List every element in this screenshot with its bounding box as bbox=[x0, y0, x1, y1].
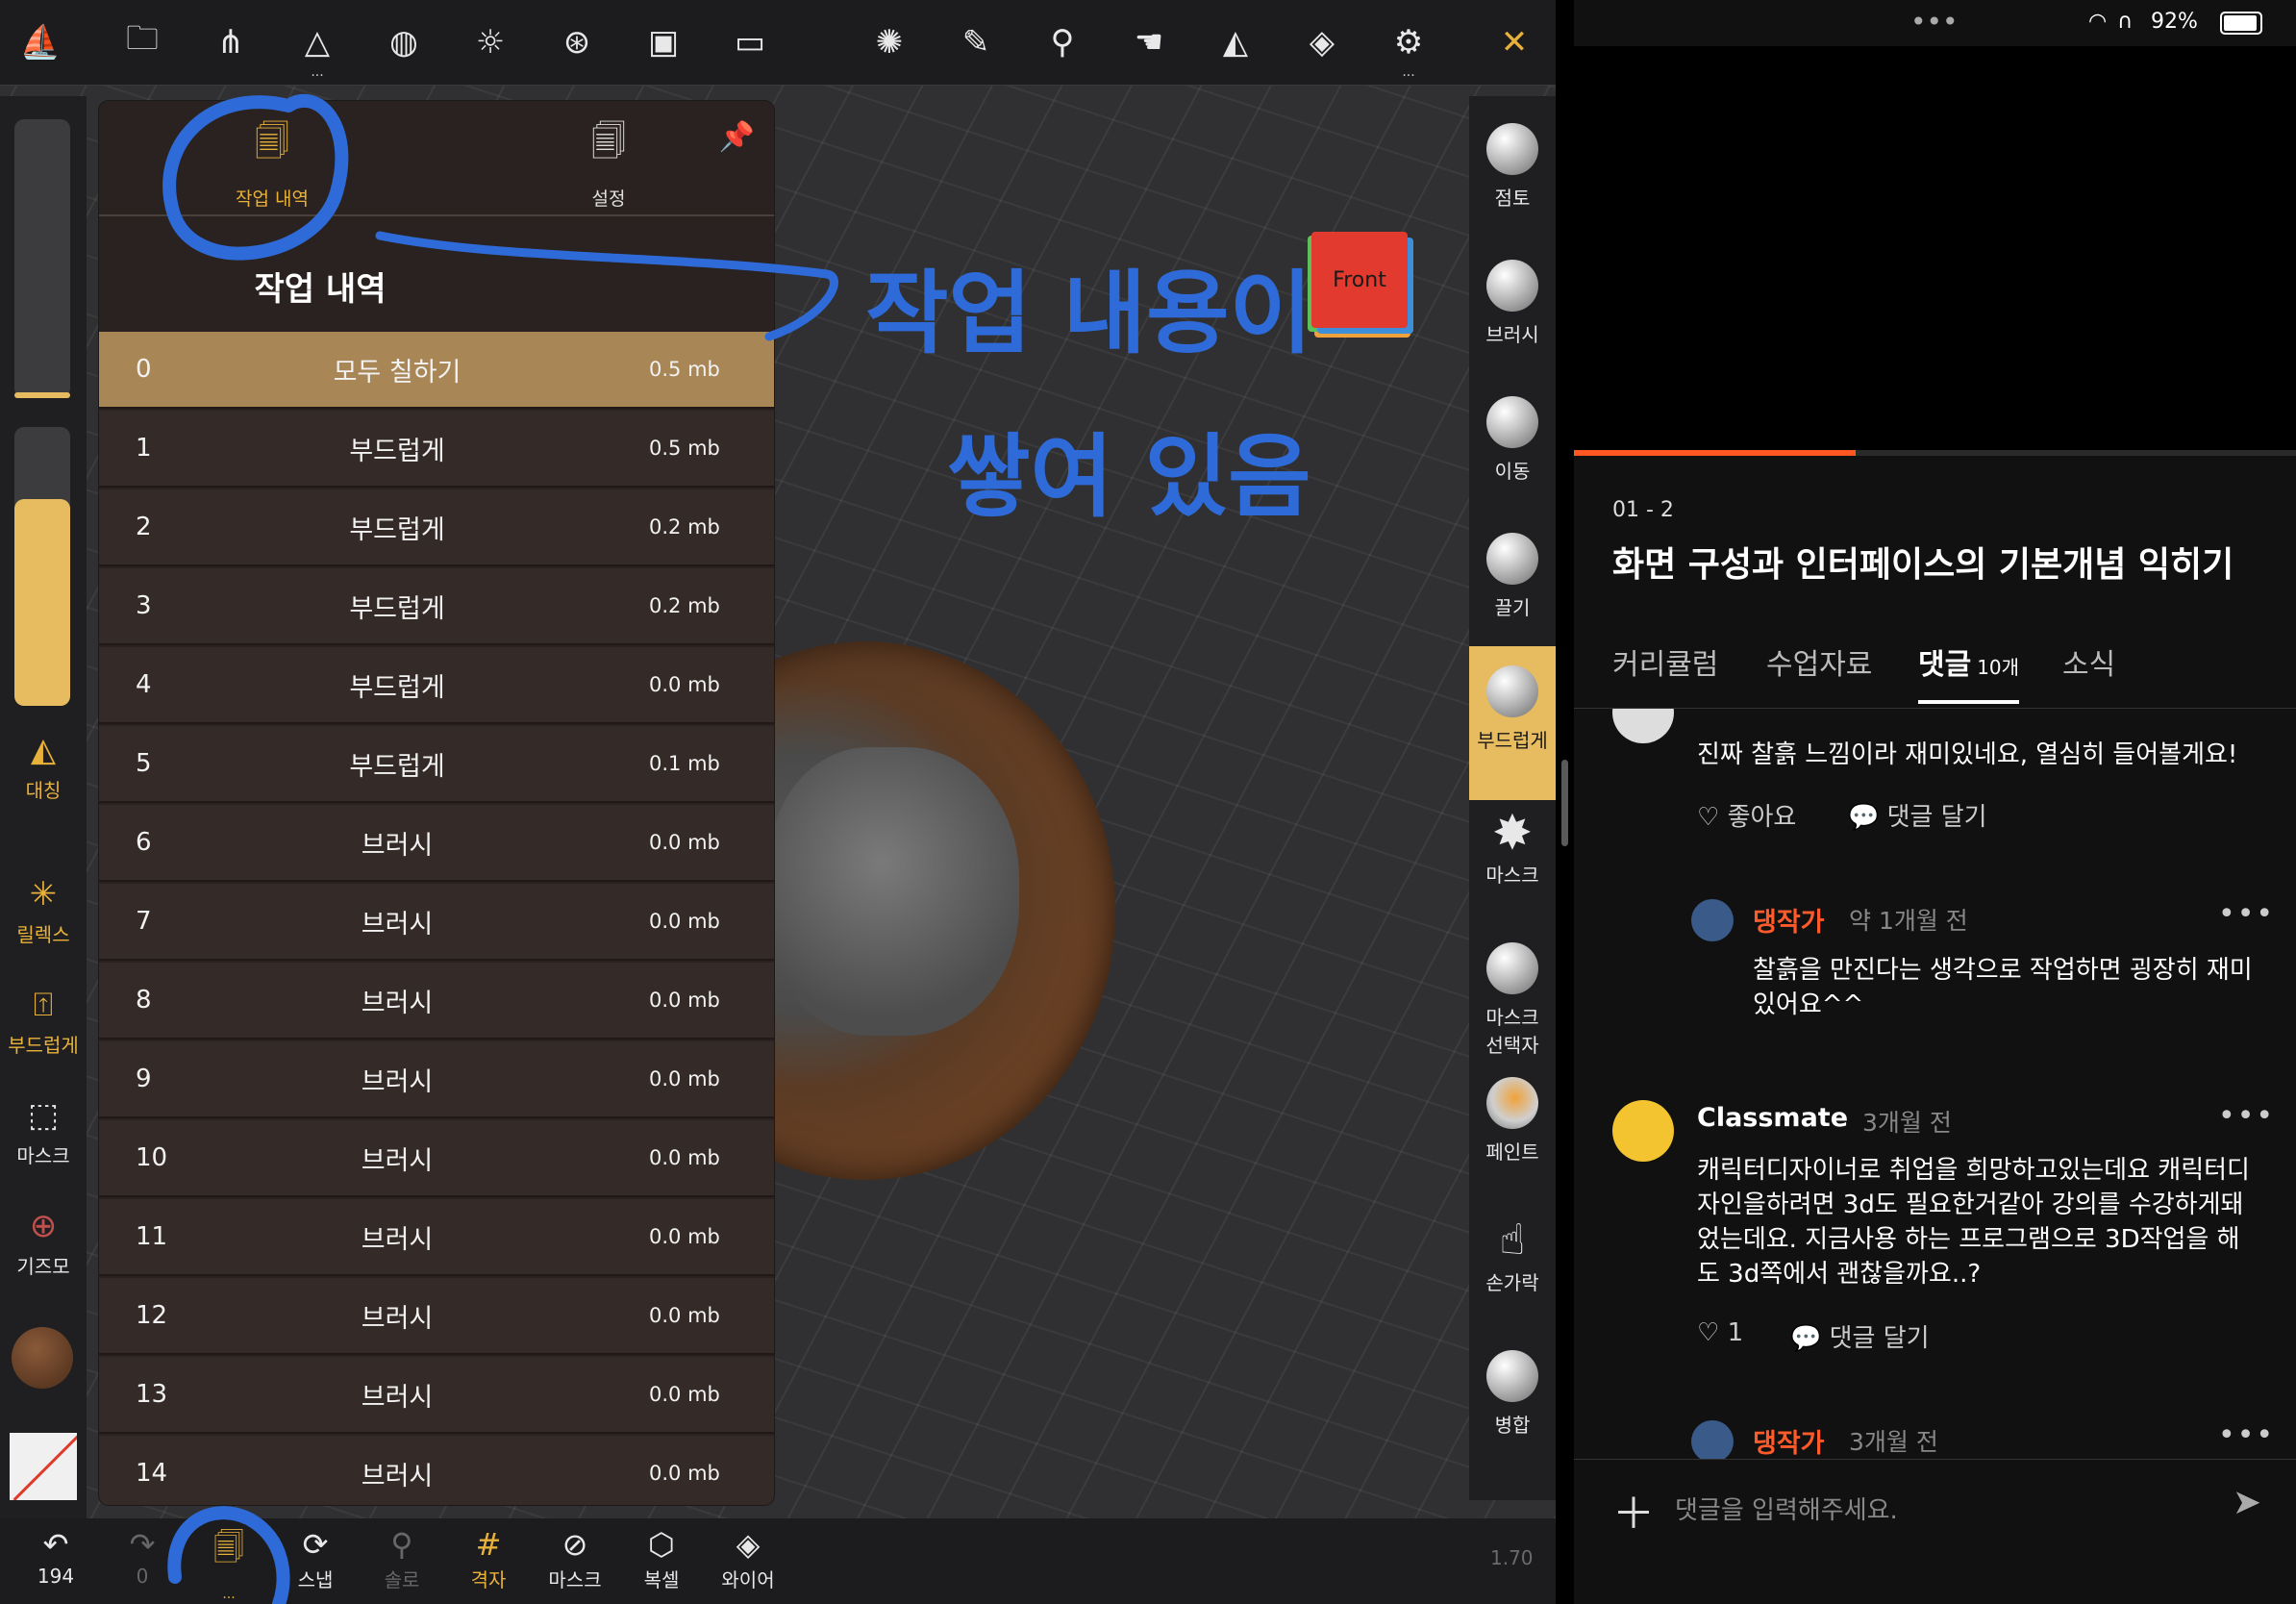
tab-comments-count: 10개 bbox=[1977, 656, 2020, 679]
lecture-tabs: 커리큘럼 수업자료 댓글 10개 소식 bbox=[1574, 635, 2296, 709]
lecture-app: ••• ◠ ∩ 92% 01 - 2 화면 구성과 인터페이스의 기본개념 익히… bbox=[1574, 0, 2296, 1604]
comment-text-line1: 캐릭터디자이너로 취업을 희망하고있는데요 캐릭터디 bbox=[1697, 1156, 2250, 1185]
battery-percent: 92% bbox=[2151, 10, 2198, 34]
comment-time: 약 1개월 전 bbox=[1849, 907, 1968, 935]
avatar bbox=[1691, 899, 1734, 941]
plus-icon[interactable]: ＋ bbox=[1612, 1479, 1655, 1541]
reply-label: 댓글 달기 bbox=[1886, 803, 1987, 832]
more-options-icon[interactable]: ••• bbox=[2218, 1099, 2275, 1133]
lesson-title: 화면 구성과 인터페이스의 기본개념 익히기 bbox=[1612, 545, 2234, 585]
tab-news[interactable]: 소식 bbox=[2062, 640, 2115, 700]
battery-fill bbox=[2224, 15, 2257, 31]
comment-text-line4: 도 3d쪽에서 괜찮을까요..? bbox=[1697, 1260, 1982, 1289]
video-player[interactable] bbox=[1574, 46, 2296, 450]
comment-bubble-icon: 💬 bbox=[1790, 1324, 1822, 1353]
reply-text-line2: 있어요^^ bbox=[1753, 990, 1864, 1019]
split-handle[interactable] bbox=[1561, 760, 1568, 846]
annotation-text-line2: 쌓여 있음 bbox=[947, 425, 1311, 530]
circle-annotation-bottom bbox=[167, 1506, 290, 1604]
multitask-dots[interactable]: ••• bbox=[1910, 6, 1959, 38]
reply-label: 댓글 달기 bbox=[1829, 1324, 1930, 1353]
avatar bbox=[1612, 1100, 1674, 1162]
reply-button[interactable]: 💬 댓글 달기 bbox=[1790, 1318, 1930, 1354]
comment-text-line2: 자인을하려면 3d도 필요한거같아 강의를 수강하게돼 bbox=[1697, 1190, 2244, 1219]
comment-author[interactable]: 댕작가 bbox=[1753, 901, 1825, 939]
comment-text-line3: 었는데요. 지금사용 하는 프로그램으로 3D작업을 해 bbox=[1697, 1225, 2240, 1254]
handwritten-annotations bbox=[162, 93, 838, 1604]
comment-bubble-icon: 💬 bbox=[1848, 803, 1880, 832]
comment-text: 진짜 찰흙 느낌이라 재미있네요, 열심히 들어볼게요! bbox=[1697, 740, 2238, 769]
comment-time: 3개월 전 bbox=[1862, 1109, 1952, 1137]
wifi-icon: ◠ bbox=[2088, 10, 2108, 34]
arrow-annotation bbox=[375, 231, 838, 341]
circle-annotation-history-tab bbox=[162, 93, 349, 261]
heart-icon: ♡ bbox=[1697, 803, 1720, 832]
like-label: 좋아요 bbox=[1727, 803, 1797, 832]
comment-author[interactable]: Classmate bbox=[1697, 1103, 1848, 1133]
comment-time: 3개월 전 bbox=[1849, 1428, 1938, 1456]
video-progress-bar[interactable] bbox=[1574, 450, 2296, 456]
heart-icon: ♡ bbox=[1697, 1318, 1720, 1347]
comment-input[interactable]: 댓글을 입력해주세요. bbox=[1675, 1491, 1898, 1526]
reply-button[interactable]: 💬 댓글 달기 bbox=[1848, 797, 1987, 833]
split-view-divider[interactable] bbox=[1556, 0, 1574, 1604]
avatar bbox=[1612, 709, 1674, 743]
battery-icon bbox=[2220, 12, 2262, 35]
like-button[interactable]: ♡ 1 bbox=[1697, 1318, 1743, 1347]
comment-input-bar: ＋ 댓글을 입력해주세요. ➤ bbox=[1574, 1459, 2296, 1604]
headphones-icon: ∩ bbox=[2117, 10, 2134, 34]
tab-comments-label: 댓글 bbox=[1918, 648, 1972, 682]
more-options-icon[interactable]: ••• bbox=[2218, 897, 2275, 931]
like-button[interactable]: ♡ 좋아요 bbox=[1697, 797, 1796, 833]
like-count: 1 bbox=[1727, 1318, 1744, 1347]
comments-list: 진짜 찰흙 느낌이라 재미있네요, 열심히 들어볼게요! ♡ 좋아요 💬 댓글 … bbox=[1574, 709, 2296, 1459]
more-options-icon[interactable]: ••• bbox=[2218, 1418, 2275, 1452]
avatar bbox=[1691, 1420, 1734, 1459]
send-icon[interactable]: ➤ bbox=[2233, 1483, 2261, 1522]
tab-materials[interactable]: 수업자료 bbox=[1766, 640, 1872, 700]
nomad-sculpt-app: Front ⛵ 🗀 ⋔ △... ◍ ☼ ⊛ ▣ ▭ ✺ ✎ ⚲ ☚ ◭ ◈ ⚙… bbox=[0, 0, 1556, 1604]
comment-author[interactable]: 댕작가 bbox=[1753, 1422, 1825, 1459]
video-progress-fill bbox=[1574, 450, 1856, 456]
status-bar: ••• ◠ ∩ 92% bbox=[1574, 0, 2296, 46]
annotation-text-line1: 작업 내용이 bbox=[865, 262, 1313, 366]
lesson-number: 01 - 2 bbox=[1612, 498, 1674, 522]
tab-comments[interactable]: 댓글 10개 bbox=[1918, 640, 2020, 704]
tab-curriculum[interactable]: 커리큘럼 bbox=[1612, 640, 1718, 700]
reply-text-line1: 찰흙을 만진다는 생각으로 작업하면 굉장히 재미 bbox=[1753, 956, 2253, 985]
